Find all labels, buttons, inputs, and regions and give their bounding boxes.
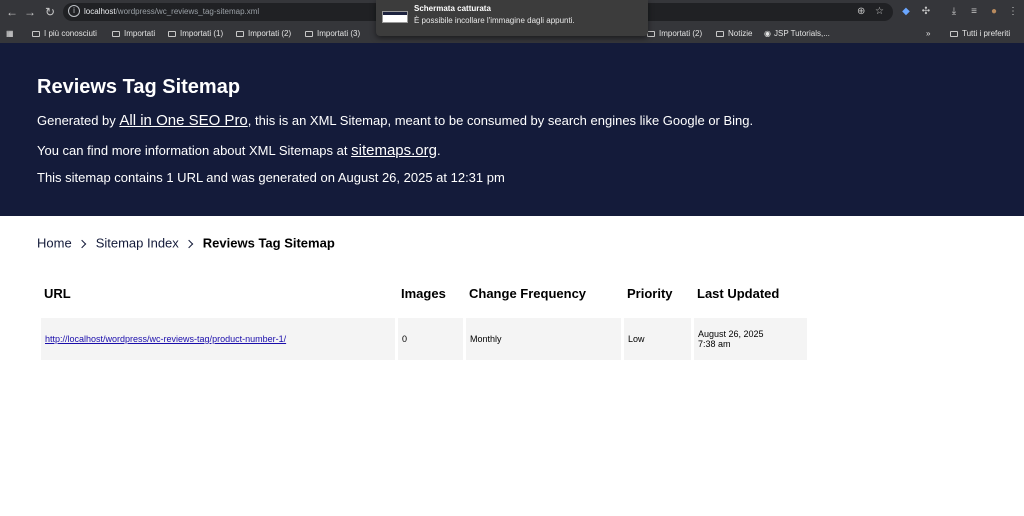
bookmark-item[interactable]: Importati (2) xyxy=(647,27,702,40)
zoom-icon[interactable]: ⊕ xyxy=(857,6,865,18)
bookmark-item[interactable]: Importati xyxy=(112,27,155,40)
download-icon[interactable]: ⤓ xyxy=(948,5,960,19)
priority-cell: Low xyxy=(624,318,691,360)
screenshot-toast: Schermata catturata È possibile incollar… xyxy=(376,0,648,36)
sitemap-url-link[interactable]: http://localhost/wordpress/wc-reviews-ta… xyxy=(45,334,286,344)
last-updated-cell: August 26, 2025 7:38 am xyxy=(694,318,807,360)
globe-icon: ◉ xyxy=(764,29,771,38)
folder-icon xyxy=(716,31,724,37)
reading-list-icon[interactable]: ≡ xyxy=(968,5,980,19)
site-info-icon[interactable]: i xyxy=(68,5,80,17)
bookmark-item[interactable]: Importati (3) xyxy=(305,27,360,40)
table-row: http://localhost/wordpress/wc-reviews-ta… xyxy=(41,318,807,360)
menu-dots-icon[interactable]: ⋮ xyxy=(1007,5,1019,19)
folder-icon xyxy=(647,31,655,37)
sitemap-header: Reviews Tag Sitemap Generated by All in … xyxy=(0,43,1024,216)
folder-icon xyxy=(112,31,120,37)
all-bookmarks-item[interactable]: Tutti i preferiti xyxy=(950,27,1010,40)
bookmark-star-icon[interactable]: ☆ xyxy=(875,6,884,18)
toast-message: È possibile incollare l'immagine dagli a… xyxy=(414,16,575,25)
folder-icon xyxy=(32,31,40,37)
breadcrumb: Home Sitemap Index Reviews Tag Sitemap xyxy=(37,234,335,252)
bookmark-item[interactable]: ◉ JSP Tutorials,... xyxy=(764,27,830,40)
column-header-frequency: Change Frequency xyxy=(469,285,587,301)
page-title: Reviews Tag Sitemap xyxy=(37,76,241,98)
extension-icon[interactable]: ◆ xyxy=(900,5,912,19)
chevron-right-icon xyxy=(184,239,194,248)
bookmark-item[interactable]: Importati (2) xyxy=(236,27,291,40)
images-cell: 0 xyxy=(398,318,463,360)
generated-by-line: Generated by All in One SEO Pro, this is… xyxy=(37,112,754,129)
bookmarks-overflow-button[interactable]: » xyxy=(926,27,930,40)
toast-title: Schermata catturata xyxy=(414,4,491,13)
extensions-puzzle-icon[interactable]: ✣ xyxy=(920,5,932,19)
bookmark-item[interactable]: Importati (1) xyxy=(168,27,223,40)
breadcrumb-current: Reviews Tag Sitemap xyxy=(202,235,335,251)
profile-avatar-icon[interactable]: ● xyxy=(988,5,1000,19)
bookmark-item[interactable]: Notizie xyxy=(716,27,752,40)
column-header-priority: Priority xyxy=(627,285,673,301)
last-updated-time: 7:38 am xyxy=(698,339,731,349)
more-info-line: You can find more information about XML … xyxy=(37,142,441,159)
screenshot-thumbnail[interactable] xyxy=(382,11,408,23)
folder-icon xyxy=(305,31,313,37)
frequency-cell: Monthly xyxy=(466,318,621,360)
sitemap-table: URL Images Change Frequency Priority Las… xyxy=(38,276,810,363)
folder-icon xyxy=(168,31,176,37)
url-cell: http://localhost/wordpress/wc-reviews-ta… xyxy=(41,318,395,360)
bookmark-item[interactable]: I più conosciuti xyxy=(32,27,97,40)
chevron-right-icon xyxy=(77,239,86,248)
address-url[interactable]: localhost/wordpress/wc_reviews_tag-sitem… xyxy=(84,6,259,18)
column-header-url: URL xyxy=(44,285,71,301)
folder-icon xyxy=(236,31,244,37)
back-arrow-icon[interactable]: ← xyxy=(4,4,20,20)
sitemaps-org-link[interactable]: sitemaps.org xyxy=(351,142,437,159)
breadcrumb-sitemap-index[interactable]: Sitemap Index xyxy=(96,236,179,251)
apps-grid-icon[interactable]: ▦ xyxy=(6,27,14,40)
table-header-row: URL Images Change Frequency Priority Las… xyxy=(41,279,807,315)
last-updated-date: August 26, 2025 xyxy=(698,329,764,339)
reload-icon[interactable]: ↻ xyxy=(42,4,58,20)
forward-arrow-icon[interactable]: → xyxy=(22,4,38,20)
column-header-last-updated: Last Updated xyxy=(697,285,780,301)
sitemap-summary: This sitemap contains 1 URL and was gene… xyxy=(37,170,505,185)
breadcrumb-home[interactable]: Home xyxy=(37,236,72,251)
folder-icon xyxy=(950,31,958,37)
aioseo-link[interactable]: All in One SEO Pro xyxy=(119,112,247,129)
column-header-images: Images xyxy=(401,285,446,301)
